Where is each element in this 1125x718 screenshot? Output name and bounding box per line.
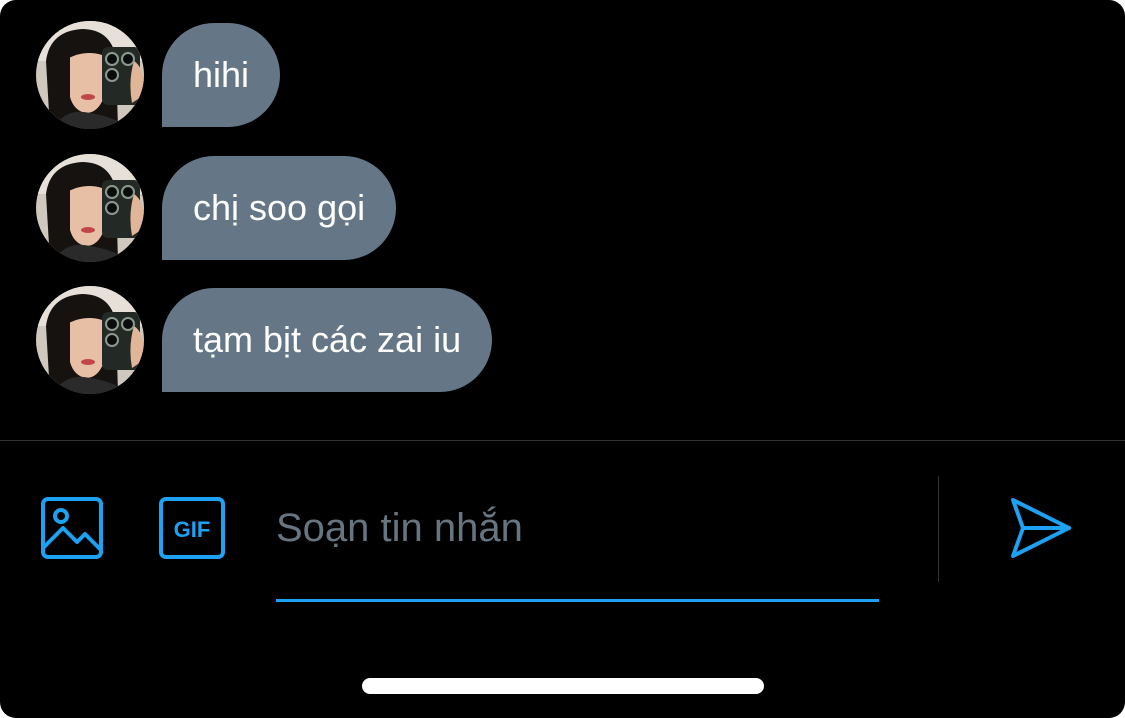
send-icon[interactable] — [1010, 497, 1072, 559]
message-row: hihi — [36, 21, 281, 129]
avatar[interactable] — [36, 154, 144, 262]
message-bubble[interactable]: tạm bịt các zai iu — [162, 288, 493, 392]
avatar[interactable] — [36, 286, 144, 394]
avatar-image — [36, 154, 144, 262]
dm-conversation-screen: hihi chị soo gọi tạm bịt các zai iu GIF — [0, 0, 1125, 718]
avatar-image — [36, 21, 144, 129]
message-input-wrapper — [276, 490, 879, 602]
message-input[interactable] — [276, 490, 879, 566]
message-row: tạm bịt các zai iu — [36, 286, 493, 394]
avatar-image — [36, 286, 144, 394]
message-bubble[interactable]: chị soo gọi — [162, 156, 397, 260]
image-icon[interactable] — [41, 497, 103, 559]
message-row: chị soo gọi — [36, 154, 397, 262]
message-bubble[interactable]: hihi — [162, 23, 281, 127]
gif-label: GIF — [174, 517, 211, 542]
home-indicator[interactable] — [362, 678, 764, 694]
avatar[interactable] — [36, 21, 144, 129]
gif-icon[interactable]: GIF — [159, 497, 225, 559]
send-separator — [938, 476, 939, 582]
input-underline — [276, 599, 879, 602]
composer-divider — [0, 440, 1125, 441]
